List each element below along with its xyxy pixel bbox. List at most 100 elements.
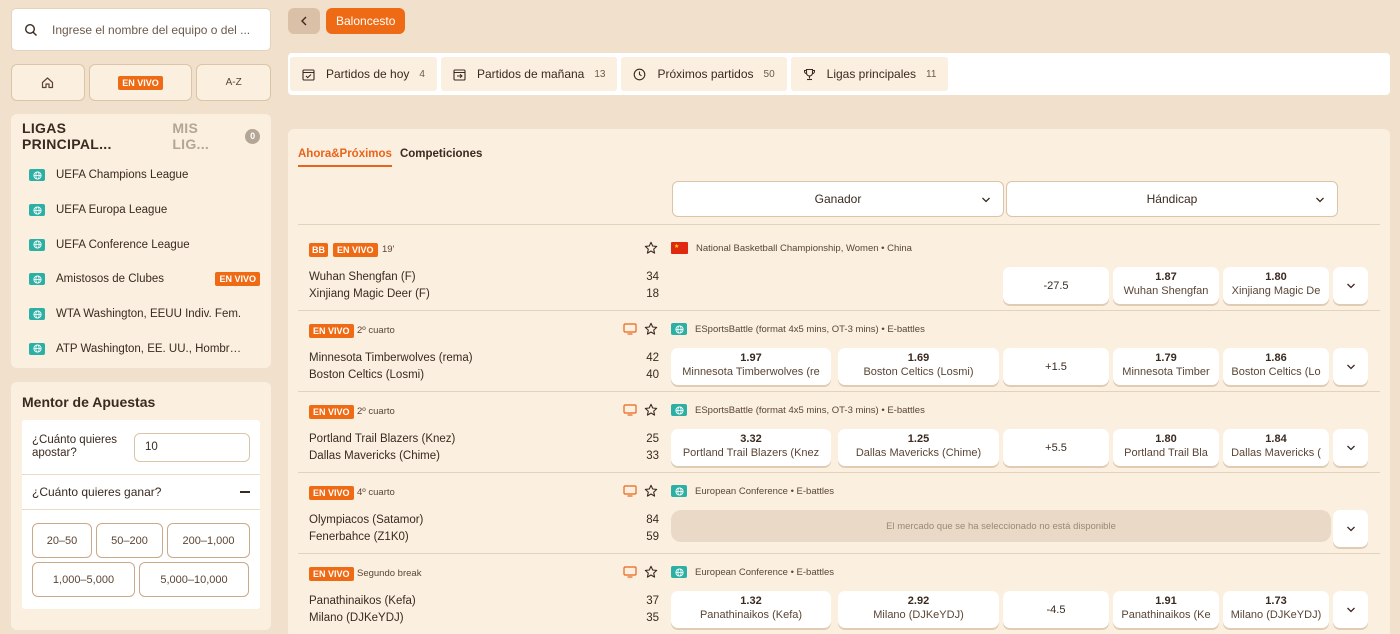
tv-icon[interactable] <box>623 566 637 578</box>
home-score: 37 <box>646 595 659 607</box>
tab-label: Ligas principales <box>826 67 917 81</box>
chevron-down-icon <box>982 197 990 203</box>
events-panel: Ahora&Próximos Competiciones Ganador Hán… <box>288 129 1390 634</box>
live-filter-button[interactable]: EN VIVO <box>88 64 193 101</box>
tab-today[interactable]: Partidos de hoy 4 <box>290 57 437 91</box>
range-button[interactable]: 50–200 <box>96 523 163 558</box>
tv-icon[interactable] <box>623 404 637 416</box>
expand-button[interactable] <box>1333 591 1368 628</box>
star-icon[interactable] <box>644 484 658 498</box>
odd-team: Portland Trail Blazers (Knez <box>682 447 820 459</box>
sport-pill[interactable]: Baloncesto <box>326 8 406 34</box>
star-icon[interactable] <box>644 565 658 579</box>
tab-count: 50 <box>763 68 775 80</box>
match-row: EN VIVO 2º cuarto ESportsBattle (format … <box>298 312 1380 392</box>
odd-button[interactable]: 3.32 Portland Trail Blazers (Knez <box>671 429 831 466</box>
league-name: ESportsBattle (format 4x5 mins, OT-3 min… <box>695 404 925 416</box>
odd-button[interactable]: 1.84 Dallas Mavericks ( <box>1223 429 1329 466</box>
odd-button[interactable]: 1.97 Minnesota Timberwolves (re <box>671 348 831 385</box>
expand-button[interactable] <box>1333 510 1368 547</box>
odd-button[interactable]: 1.69 Boston Celtics (Losmi) <box>838 348 999 385</box>
odd-button[interactable]: 2.92 Milano (DJKeYDJ) <box>838 591 999 628</box>
league-line[interactable]: ESportsBattle (format 4x5 mins, OT-3 min… <box>671 323 925 335</box>
range-button[interactable]: 5,000–10,000 <box>139 562 249 597</box>
tab-my-leagues[interactable]: MIS LIG... <box>172 120 238 152</box>
tab-top-leagues[interactable]: Ligas principales 11 <box>790 57 949 91</box>
league-line[interactable]: ★ National Basketball Championship, Wome… <box>671 242 912 254</box>
odd-button[interactable]: 1.87 Wuhan Shengfan <box>1113 267 1219 304</box>
tab-count: 11 <box>926 68 937 80</box>
home-button[interactable] <box>11 64 85 101</box>
range-button[interactable]: 200–1,000 <box>167 523 250 558</box>
odd-button[interactable]: 1.91 Panathinaikos (Ke <box>1113 591 1219 628</box>
home-team: Panathinaikos (Kefa) <box>309 595 416 607</box>
odd-value: 1.32 <box>740 595 762 607</box>
back-button[interactable] <box>288 8 320 34</box>
league-item[interactable]: UEFA Champions League <box>22 158 260 193</box>
live-badge: EN VIVO <box>215 272 260 287</box>
away-score: 33 <box>646 450 659 462</box>
odd-button[interactable]: 1.79 Minnesota Timber <box>1113 348 1219 385</box>
expand-button[interactable] <box>1333 429 1368 466</box>
chevron-down-icon <box>1346 364 1355 369</box>
expand-button[interactable] <box>1333 267 1368 304</box>
search-input[interactable] <box>52 22 252 37</box>
odd-button[interactable]: 1.25 Dallas Mavericks (Chime) <box>838 429 999 466</box>
search-icon <box>24 23 37 36</box>
odd-team: Panathinaikos (Ke <box>1121 609 1211 621</box>
odd-button[interactable]: 1.86 Boston Celtics (Lo <box>1223 348 1329 385</box>
league-line[interactable]: ESportsBattle (format 4x5 mins, OT-3 min… <box>671 404 925 416</box>
tab-main-leagues[interactable]: LIGAS PRINCIPAL... <box>22 120 158 152</box>
away-score: 35 <box>646 612 659 624</box>
odd-team: Milano (DJKeYDJ) <box>873 609 964 621</box>
odd-team: Dallas Mavericks (Chime) <box>855 447 982 459</box>
odd-button[interactable]: 1.73 Milano (DJKeYDJ) <box>1223 591 1329 628</box>
league-line[interactable]: European Conference • E-battles <box>671 566 834 578</box>
expand-button[interactable] <box>1333 348 1368 385</box>
subtab-now-upcoming[interactable]: Ahora&Próximos <box>298 148 392 167</box>
tv-icon[interactable] <box>623 323 637 335</box>
odd-button[interactable]: 1.80 Xinjiang Magic De <box>1223 267 1329 304</box>
star-icon[interactable] <box>644 241 658 255</box>
mentor-title: Mentor de Apuestas <box>22 394 156 410</box>
match-row: EN VIVO Segundo break European Conferenc… <box>298 555 1380 634</box>
az-sort-button[interactable]: A-Z <box>196 64 271 101</box>
odd-value: 1.84 <box>1265 433 1287 445</box>
odd-team: Xinjiang Magic De <box>1231 285 1321 297</box>
match-time: 2º cuarto <box>357 325 395 336</box>
win-question-row[interactable]: ¿Cuánto quieres ganar? <box>22 475 260 510</box>
range-button[interactable]: 20–50 <box>32 523 92 558</box>
odd-value: 1.87 <box>1155 271 1177 283</box>
odd-value: 1.73 <box>1265 595 1287 607</box>
odd-value: 2.92 <box>907 595 930 607</box>
globe-icon <box>29 308 45 321</box>
collapse-icon[interactable] <box>240 491 250 493</box>
leagues-panel: LIGAS PRINCIPAL... MIS LIG... 0 UEFA Cha… <box>11 114 271 368</box>
league-item[interactable]: Amistosos de Clubes EN VIVO <box>22 262 260 297</box>
tab-upcoming[interactable]: Próximos partidos 50 <box>621 57 787 91</box>
stake-input[interactable] <box>134 432 250 462</box>
league-line[interactable]: European Conference • E-battles <box>671 485 834 497</box>
market-select-handicap[interactable]: Hándicap <box>1006 181 1338 217</box>
odd-team: Boston Celtics (Losmi) <box>863 366 974 378</box>
tv-icon[interactable] <box>623 485 637 497</box>
league-item[interactable]: ATP Washington, EE. UU., Hombres ... <box>22 331 260 366</box>
odd-button[interactable]: 1.80 Portland Trail Bla <box>1113 429 1219 466</box>
odd-value: 1.25 <box>907 433 930 445</box>
market-unavailable-message: El mercado que se ha seleccionado no est… <box>671 510 1331 542</box>
range-button[interactable]: 1,000–5,000 <box>32 562 135 597</box>
league-item[interactable]: UEFA Europa League <box>22 193 260 228</box>
search-box[interactable] <box>11 8 271 51</box>
star-icon[interactable] <box>644 403 658 417</box>
odd-button[interactable]: 1.32 Panathinaikos (Kefa) <box>671 591 831 628</box>
league-item[interactable]: UEFA Conference League <box>22 227 260 262</box>
live-badge: EN VIVO <box>309 567 354 581</box>
market-select-winner[interactable]: Ganador <box>672 181 1004 217</box>
star-icon[interactable] <box>644 322 658 336</box>
league-name: National Basketball Championship, Women … <box>696 242 912 254</box>
tab-tomorrow[interactable]: Partidos de mañana 13 <box>440 57 618 91</box>
odd-team: Milano (DJKeYDJ) <box>1230 609 1322 621</box>
subtab-competitions[interactable]: Competiciones <box>400 148 482 167</box>
league-item[interactable]: WTA Washington, EEUU Indiv. Fem. <box>22 297 260 332</box>
league-label: UEFA Champions League <box>56 169 189 182</box>
